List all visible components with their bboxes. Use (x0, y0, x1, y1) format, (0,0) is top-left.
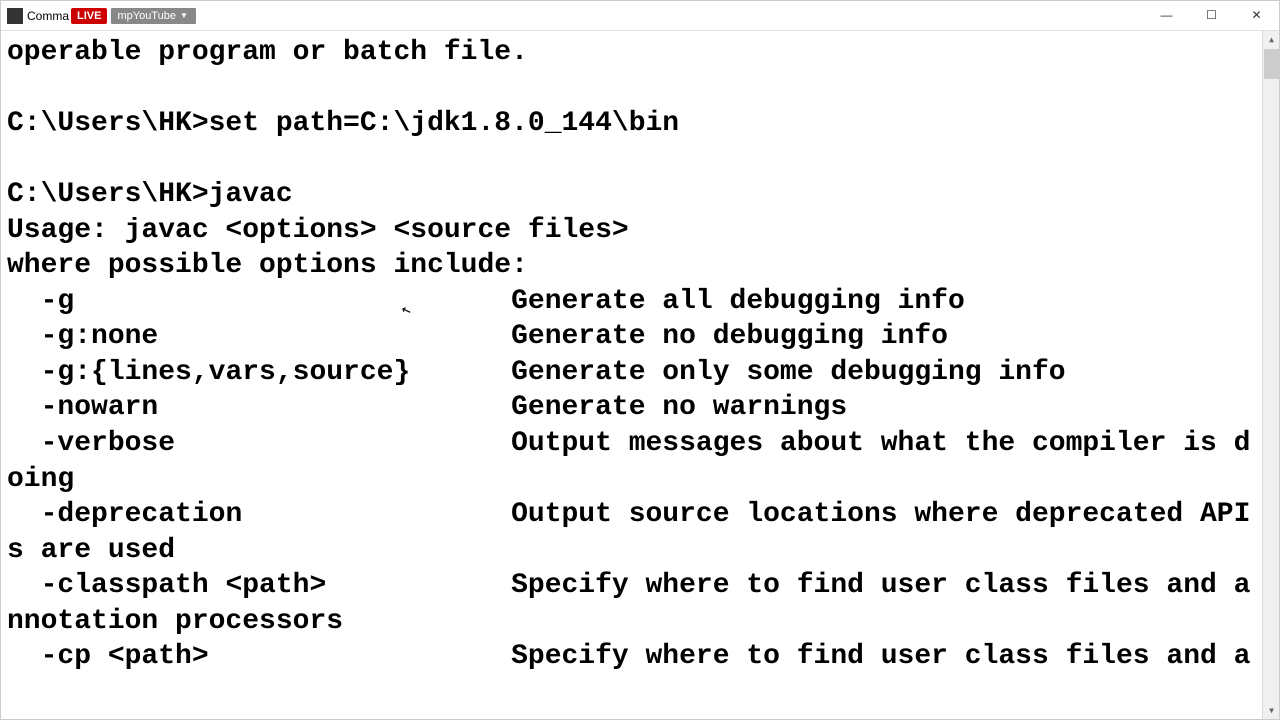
terminal-line: -verbose Output messages about what the … (7, 428, 1250, 495)
window-title: Comma (27, 9, 69, 23)
window-controls: — ☐ ✕ (1144, 1, 1279, 29)
terminal-line: -g Generate all debugging info (7, 286, 965, 317)
terminal-line: -deprecation Output source locations whe… (7, 499, 1250, 566)
terminal-line: -nowarn Generate no warnings (7, 392, 847, 423)
terminal-line: where possible options include: (7, 250, 528, 281)
maximize-button[interactable]: ☐ (1189, 1, 1234, 29)
scroll-down-arrow-icon[interactable]: ▼ (1263, 702, 1280, 719)
vertical-scrollbar[interactable]: ▲ ▼ (1262, 31, 1279, 719)
terminal-line: C:\Users\HK>set path=C:\jdk1.8.0_144\bin (7, 108, 679, 139)
terminal-line: -classpath <path> Specify where to find … (7, 570, 1250, 637)
close-button[interactable]: ✕ (1234, 1, 1279, 29)
terminal-line: Usage: javac <options> <source files> (7, 215, 629, 246)
title-left: Comma LIVE mpYouTube ▼ (1, 8, 196, 24)
scroll-thumb[interactable] (1264, 49, 1279, 79)
chevron-down-icon: ▼ (180, 11, 188, 20)
titlebar: Comma LIVE mpYouTube ▼ — ☐ ✕ (1, 1, 1279, 31)
terminal-line: operable program or batch file. (7, 37, 528, 68)
scroll-up-arrow-icon[interactable]: ▲ (1263, 31, 1280, 48)
youtube-label: mpYouTube (117, 10, 176, 22)
youtube-chip[interactable]: mpYouTube ▼ (111, 8, 195, 24)
minimize-button[interactable]: — (1144, 1, 1189, 29)
terminal-line: -cp <path> Specify where to find user cl… (7, 641, 1250, 672)
cmd-icon (7, 8, 23, 24)
terminal-output[interactable]: operable program or batch file. C:\Users… (1, 31, 1262, 719)
terminal-line: -g:none Generate no debugging info (7, 321, 948, 352)
terminal-line: -g:{lines,vars,source} Generate only som… (7, 357, 1066, 388)
live-badge: LIVE (71, 8, 107, 24)
content-area: operable program or batch file. C:\Users… (1, 31, 1279, 719)
terminal-line: C:\Users\HK>javac (7, 179, 293, 210)
command-prompt-window: Comma LIVE mpYouTube ▼ — ☐ ✕ operable pr… (0, 0, 1280, 720)
